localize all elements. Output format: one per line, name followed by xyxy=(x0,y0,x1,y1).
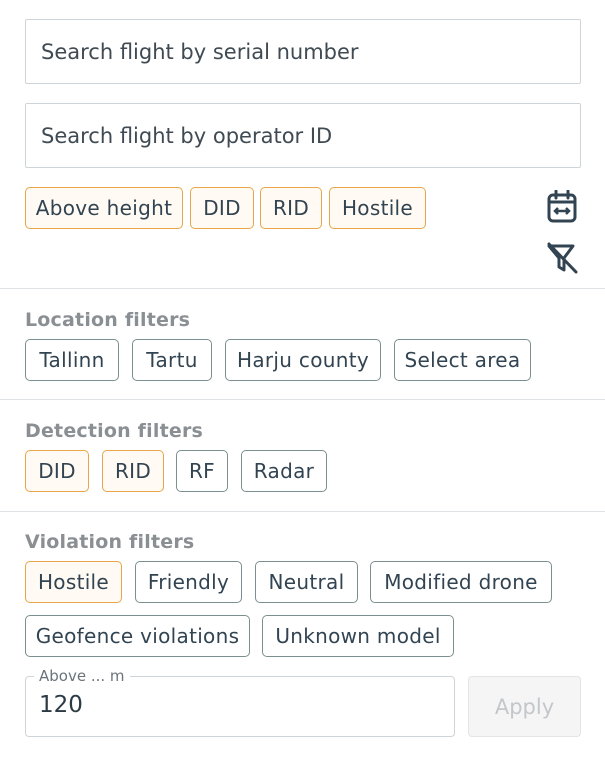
quick-filter-did-chip[interactable]: DID xyxy=(190,187,254,229)
chip-label: Above height xyxy=(35,196,173,220)
chip-label: Hostile xyxy=(341,196,414,220)
chip-label: Geofence violations xyxy=(35,624,240,648)
chip-label: Friendly xyxy=(147,570,230,594)
location-tartu-chip[interactable]: Tartu xyxy=(132,339,212,381)
chip-label: RF xyxy=(188,459,215,483)
section-divider xyxy=(0,288,605,289)
violation-modified-drone-chip[interactable]: Modified drone xyxy=(370,561,552,603)
chip-label: DID xyxy=(38,459,76,483)
serial-number-search-input[interactable]: Search flight by serial number xyxy=(25,19,581,84)
chip-label: Modified drone xyxy=(384,570,538,594)
location-tallinn-chip[interactable]: Tallinn xyxy=(25,339,119,381)
chip-label: Hostile xyxy=(37,570,110,594)
chip-label: DID xyxy=(203,196,241,220)
chip-label: Neutral xyxy=(268,570,345,594)
detection-filters-title: Detection filters xyxy=(25,420,204,442)
chip-label: Radar xyxy=(253,459,315,483)
detection-did-chip[interactable]: DID xyxy=(25,450,89,492)
quick-filter-rid-chip[interactable]: RID xyxy=(260,187,322,229)
apply-button[interactable]: Apply xyxy=(468,676,581,737)
violation-filters-title: Violation filters xyxy=(25,531,195,553)
violation-friendly-chip[interactable]: Friendly xyxy=(135,561,242,603)
violation-neutral-chip[interactable]: Neutral xyxy=(255,561,358,603)
location-select-area-chip[interactable]: Select area xyxy=(394,339,531,381)
detection-radar-chip[interactable]: Radar xyxy=(241,450,327,492)
serial-number-search-placeholder: Search flight by serial number xyxy=(41,39,359,64)
calendar-range-icon[interactable] xyxy=(544,189,580,225)
detection-rid-chip[interactable]: RID xyxy=(102,450,164,492)
detection-rf-chip[interactable]: RF xyxy=(176,450,228,492)
apply-button-label: Apply xyxy=(494,694,555,719)
operator-id-search-input[interactable]: Search flight by operator ID xyxy=(25,103,581,168)
quick-filter-above-height-chip[interactable]: Above height xyxy=(25,187,183,229)
section-divider xyxy=(0,511,605,512)
chip-label: RID xyxy=(272,196,310,220)
violation-unknown-model-chip[interactable]: Unknown model xyxy=(262,615,454,657)
chip-label: RID xyxy=(114,459,152,483)
quick-filter-hostile-chip[interactable]: Hostile xyxy=(329,187,426,229)
above-height-value: 120 xyxy=(39,692,83,718)
above-height-input[interactable]: Above ... m 120 xyxy=(25,667,455,737)
violation-hostile-chip[interactable]: Hostile xyxy=(25,561,122,603)
location-filters-title: Location filters xyxy=(25,309,191,331)
chip-label: Tallinn xyxy=(39,348,105,372)
location-harju-county-chip[interactable]: Harju county xyxy=(225,339,381,381)
chip-label: Harju county xyxy=(237,348,369,372)
operator-id-search-placeholder: Search flight by operator ID xyxy=(41,123,333,148)
filter-off-icon[interactable] xyxy=(544,240,580,276)
above-height-label: Above ... m xyxy=(34,667,130,685)
chip-label: Tartu xyxy=(146,348,198,372)
chip-label: Unknown model xyxy=(275,624,441,648)
section-divider xyxy=(0,399,605,400)
violation-geofence-chip[interactable]: Geofence violations xyxy=(25,615,250,657)
chip-label: Select area xyxy=(404,348,521,372)
